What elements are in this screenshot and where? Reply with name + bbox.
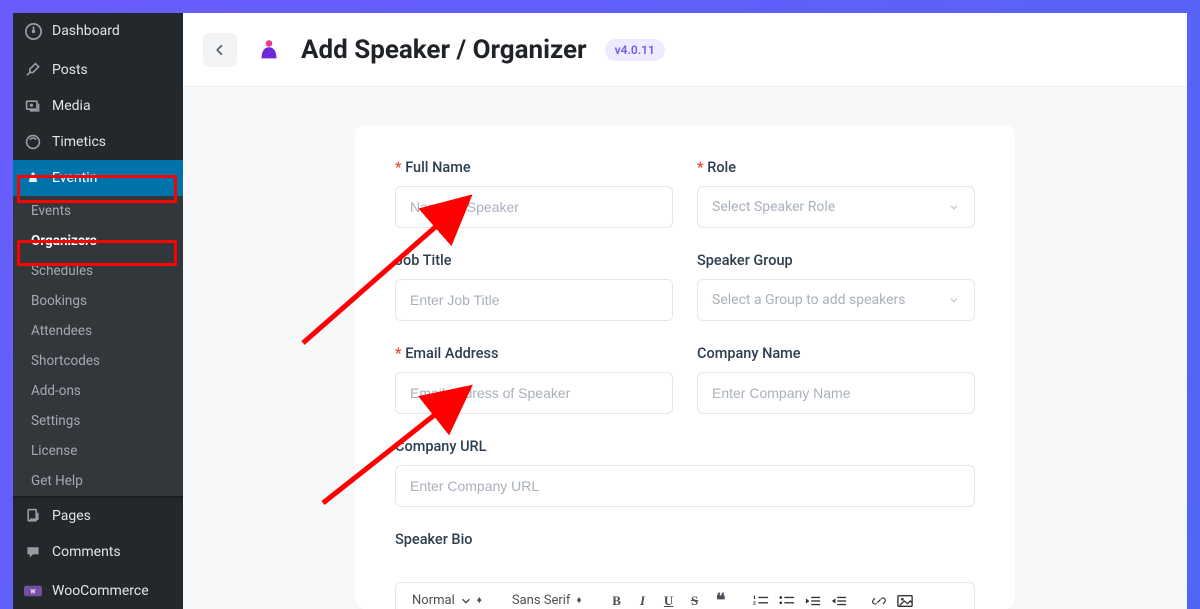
woocommerce-icon: W: [24, 582, 42, 600]
sidebar-subitem-organizers[interactable]: Organizers: [13, 226, 183, 256]
rte-strike-icon[interactable]: S: [684, 590, 706, 609]
form-card: Full Name Role Select Speaker Role Job T…: [355, 125, 1015, 609]
pages-icon: [24, 507, 42, 525]
sidebar-item-label: Dashboard: [52, 23, 120, 39]
sidebar-item-label: Pages: [52, 508, 91, 524]
timetics-icon: [24, 133, 42, 151]
company-url-input[interactable]: [395, 465, 975, 507]
sidebar-item-label: Eventin: [52, 170, 97, 186]
label-email: Email Address: [395, 345, 673, 362]
label-full-name: Full Name: [395, 159, 673, 176]
sidebar-subitem-settings[interactable]: Settings: [13, 406, 183, 436]
sidebar-item-dashboard[interactable]: Dashboard: [13, 13, 183, 49]
label-company-name: Company Name: [697, 345, 975, 362]
sidebar-item-label: Timetics: [52, 134, 106, 150]
sidebar-item-timetics[interactable]: Timetics: [13, 124, 183, 160]
full-name-input[interactable]: [395, 186, 673, 228]
sidebar-subitem-addons[interactable]: Add-ons: [13, 376, 183, 406]
sidebar-item-comments[interactable]: Comments: [13, 534, 183, 570]
topbar: Add Speaker / Organizer v4.0.11: [183, 13, 1187, 87]
label-job-title: Job Title: [395, 252, 673, 269]
role-select[interactable]: Select Speaker Role: [697, 186, 975, 228]
media-icon: [24, 97, 42, 115]
sidebar-item-woocommerce[interactable]: W WooCommerce: [13, 573, 183, 609]
sidebar-subitems: Events Organizers Schedules Bookings Att…: [13, 196, 183, 496]
company-name-input[interactable]: [697, 372, 975, 414]
rte-ordered-list-icon[interactable]: 12: [750, 590, 772, 609]
rte-font-select[interactable]: Sans Serif ♦: [506, 589, 588, 609]
rte-quote-icon[interactable]: ❝: [710, 590, 732, 609]
label-role: Role: [697, 159, 975, 176]
sidebar-subitem-events[interactable]: Events: [13, 196, 183, 226]
email-input[interactable]: [395, 372, 673, 414]
sidebar-item-label: Posts: [52, 62, 88, 78]
pin-icon: [24, 61, 42, 79]
svg-text:2: 2: [753, 600, 756, 606]
sidebar-item-pages[interactable]: Pages: [13, 498, 183, 534]
sidebar-item-label: Media: [52, 98, 91, 114]
speaker-group-select[interactable]: Select a Group to add speakers: [697, 279, 975, 321]
sidebar-subitem-schedules[interactable]: Schedules: [13, 256, 183, 286]
back-button[interactable]: [203, 33, 237, 67]
sidebar-item-posts[interactable]: Posts: [13, 52, 183, 88]
sidebar-item-media[interactable]: Media: [13, 88, 183, 124]
eventin-logo: [255, 36, 283, 64]
rte-toolbar: Normal ♦ Sans Serif ♦ B I U S: [395, 582, 975, 609]
dashboard-icon: [24, 22, 42, 40]
svg-text:W: W: [30, 588, 36, 595]
rte-outdent-icon[interactable]: [802, 590, 824, 609]
sidebar-subitem-gethelp[interactable]: Get Help: [13, 466, 183, 496]
label-company-url: Company URL: [395, 438, 975, 455]
sidebar-subitem-attendees[interactable]: Attendees: [13, 316, 183, 346]
rte-image-icon[interactable]: [894, 590, 916, 609]
eventin-icon: [24, 169, 42, 187]
sidebar-subitem-shortcodes[interactable]: Shortcodes: [13, 346, 183, 376]
comments-icon: [24, 543, 42, 561]
rte-link-icon[interactable]: [868, 590, 890, 609]
sidebar-item-eventin[interactable]: Eventin: [13, 160, 183, 196]
label-speaker-group: Speaker Group: [697, 252, 975, 269]
sidebar-subitem-bookings[interactable]: Bookings: [13, 286, 183, 316]
rte-format-select[interactable]: Normal ♦: [406, 589, 488, 609]
sidebar-item-label: Comments: [52, 544, 121, 560]
chevron-down-icon: [948, 294, 960, 306]
sidebar-subitem-license[interactable]: License: [13, 436, 183, 466]
version-badge: v4.0.11: [605, 39, 665, 61]
chevron-left-icon: [213, 43, 227, 57]
rte-bullet-list-icon[interactable]: [776, 590, 798, 609]
rte-italic-icon[interactable]: I: [632, 590, 654, 609]
rte-underline-icon[interactable]: U: [658, 590, 680, 609]
rte-bold-icon[interactable]: B: [606, 590, 628, 609]
label-speaker-bio: Speaker Bio: [395, 531, 975, 548]
page-title: Add Speaker / Organizer: [301, 35, 587, 65]
chevron-down-icon: [948, 201, 960, 213]
sidebar-item-label: WooCommerce: [52, 583, 149, 599]
rte-indent-icon[interactable]: [828, 590, 850, 609]
job-title-input[interactable]: [395, 279, 673, 321]
